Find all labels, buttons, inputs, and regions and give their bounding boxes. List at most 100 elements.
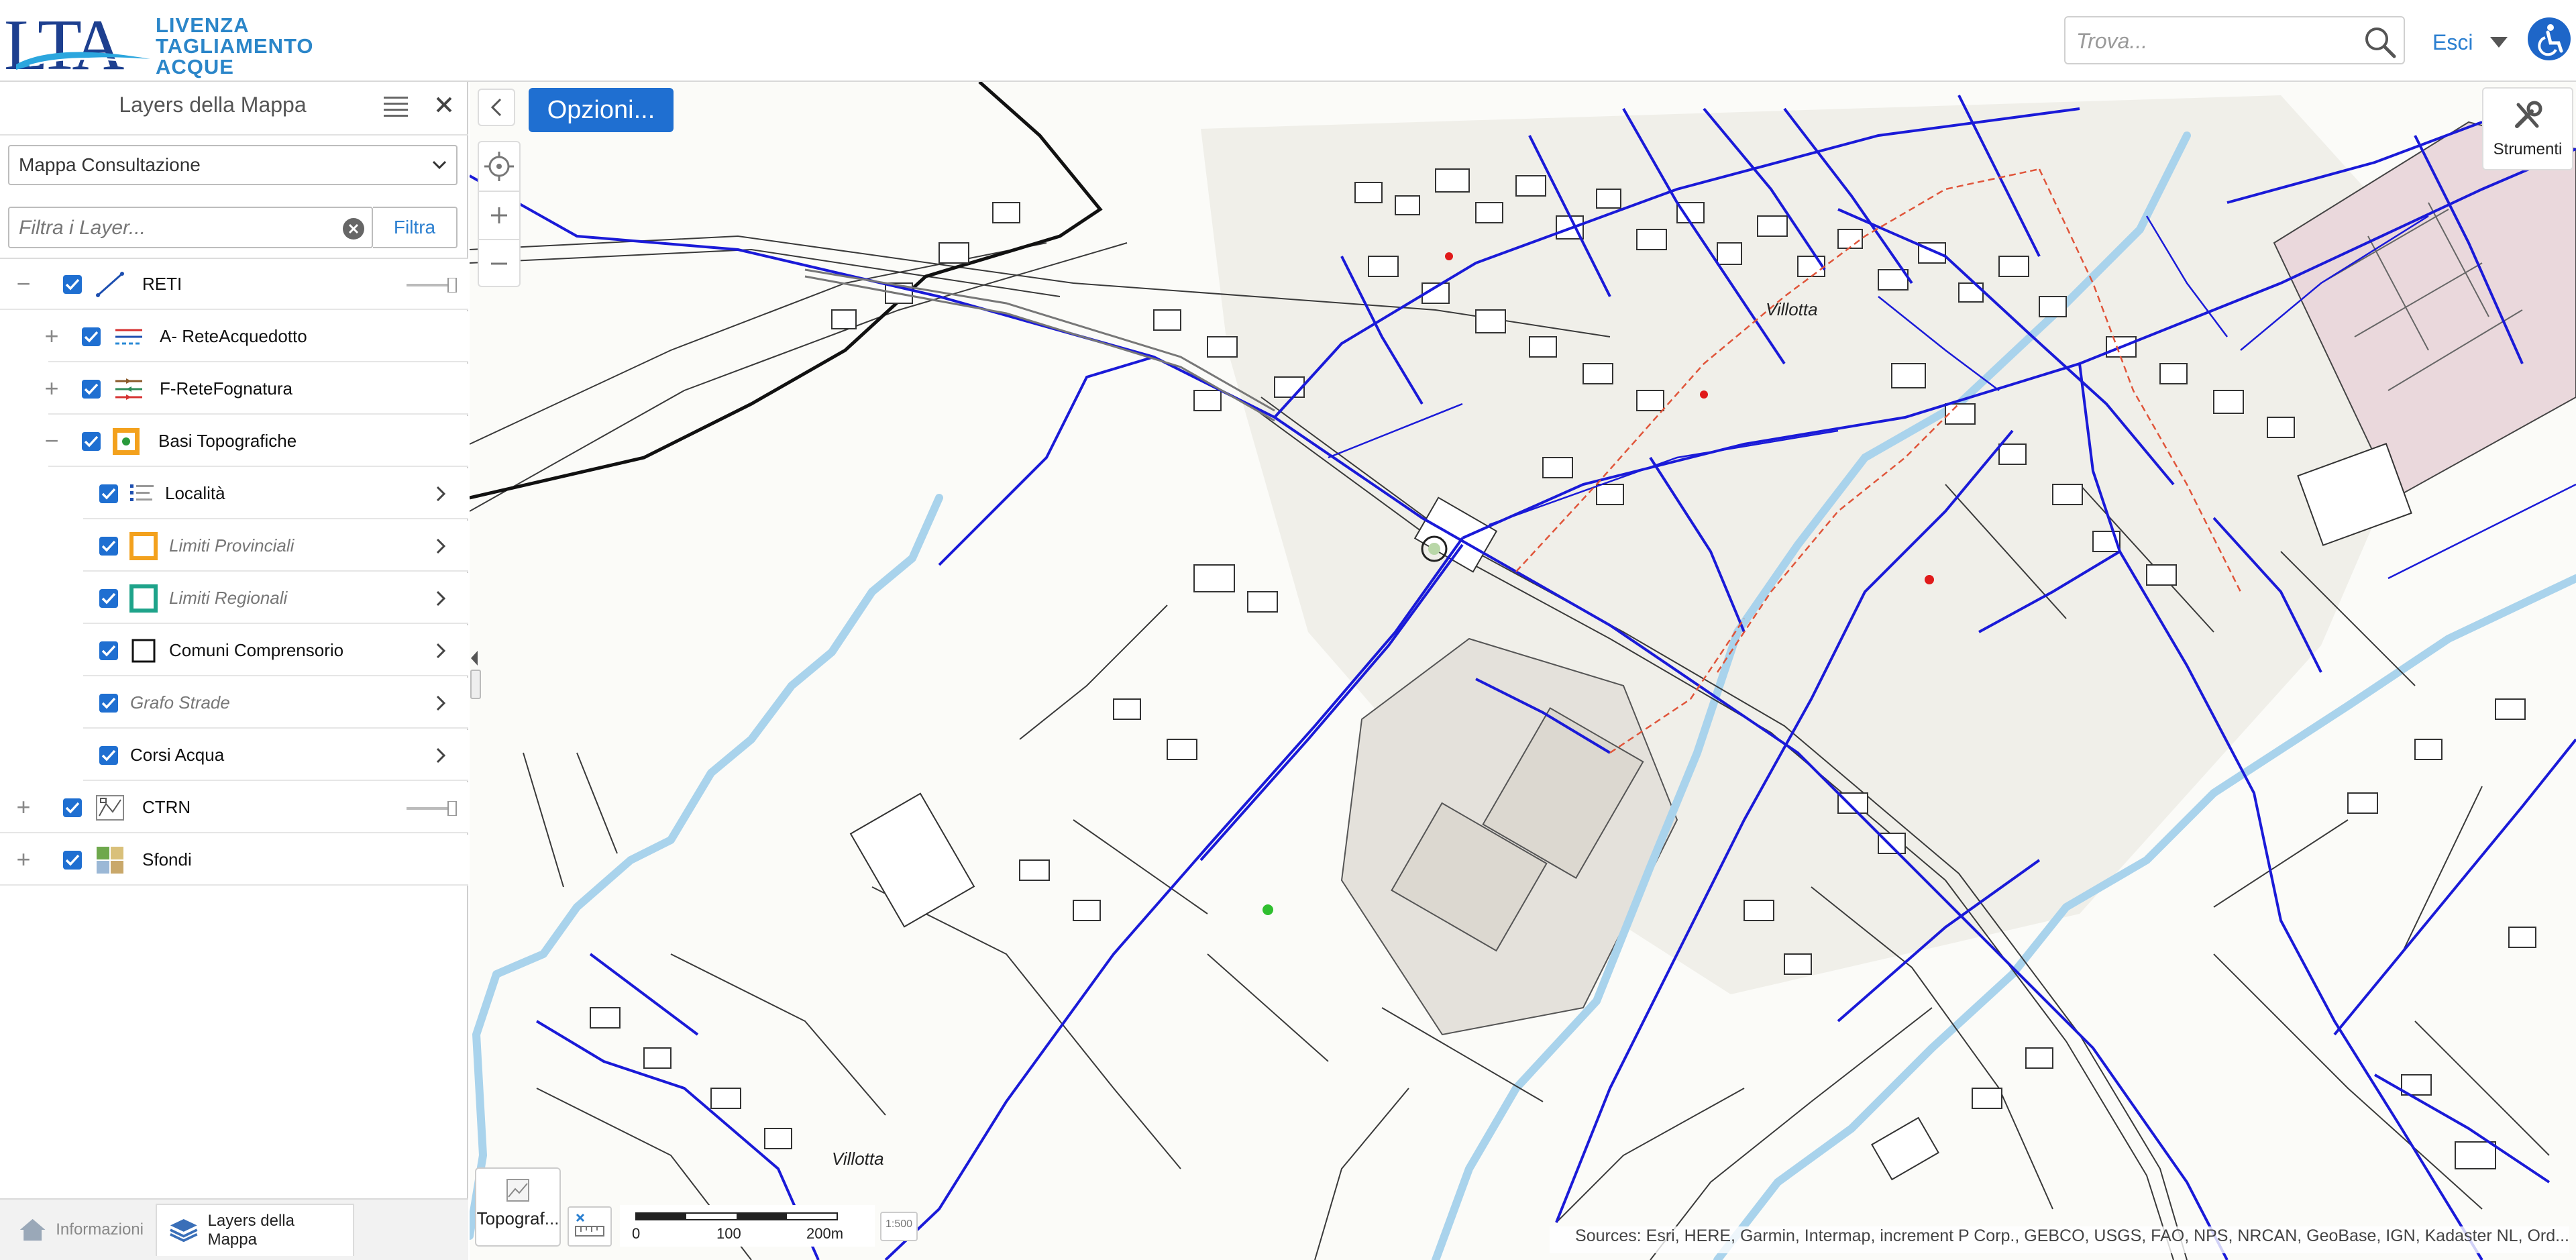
collapse-icon[interactable]: − <box>42 429 62 453</box>
orange-square-icon <box>129 532 158 560</box>
chevron-right-icon[interactable] <box>435 589 448 608</box>
map-navigation <box>478 141 521 287</box>
app-header: LTA LIVENZA TAGLIAMENTO ACQUE Esci <box>0 0 2576 82</box>
layer-row-corsi-acqua[interactable]: Corsi Acqua <box>83 730 468 781</box>
panel-tabs: Informazioni Layers della Mappa <box>0 1198 468 1260</box>
expand-icon[interactable]: + <box>13 795 34 819</box>
zoom-out-button[interactable] <box>479 239 519 286</box>
search-icon[interactable] <box>2362 24 2398 60</box>
map-select[interactable]: Mappa Consultazione <box>8 145 458 185</box>
layer-label: Sfondi <box>142 849 192 870</box>
layer-row-acquedotto[interactable]: + A- ReteAcquedotto <box>44 311 468 362</box>
checkbox-localita[interactable] <box>99 484 118 503</box>
map-canvas[interactable]: Villotta <box>470 82 2576 1260</box>
layer-row-comuni-comprensorio[interactable]: Comuni Comprensorio <box>83 625 468 676</box>
checkbox-limiti-provinciali[interactable] <box>99 537 118 556</box>
layer-label: CTRN <box>142 797 191 817</box>
minus-icon <box>491 262 507 265</box>
logo-swoosh-icon <box>16 52 150 70</box>
water-network-icon <box>115 329 142 345</box>
left-edge-arrow-icon[interactable] <box>470 648 479 668</box>
filter-button[interactable]: Filtra <box>373 207 458 248</box>
black-square-icon <box>131 639 156 663</box>
chevron-right-icon[interactable] <box>435 694 448 713</box>
layer-label: Limiti Regionali <box>169 588 288 608</box>
sewer-network-icon <box>115 378 142 400</box>
layer-label: F-ReteFognatura <box>160 378 292 399</box>
basemap-label: Topograf... <box>476 1208 559 1228</box>
search-input[interactable] <box>2075 24 2357 58</box>
layer-label: Località <box>165 483 225 503</box>
basemap-thumbnail-icon <box>506 1179 529 1202</box>
layers-panel: Layers della Mappa Mappa Consultazione F… <box>0 82 468 1260</box>
zoom-in-button[interactable] <box>479 191 519 238</box>
caret-down-icon <box>2490 37 2508 48</box>
checkbox-fognatura[interactable] <box>82 380 101 399</box>
layer-row-reti[interactable]: − RETI <box>0 259 468 310</box>
basemaps-icon <box>97 847 123 874</box>
options-button[interactable]: Opzioni... <box>529 88 674 132</box>
place-label-villotta-small: Villotta <box>832 1149 884 1169</box>
chevron-left-icon <box>490 98 502 117</box>
checkbox-acquedotto[interactable] <box>82 327 101 346</box>
checkbox-comuni-comprensorio[interactable] <box>99 641 118 660</box>
clear-icon[interactable] <box>342 217 365 240</box>
layer-label: RETI <box>142 274 182 294</box>
checkbox-corsi-acqua[interactable] <box>99 746 118 765</box>
layer-row-basi-topografiche[interactable]: − Basi Topografiche <box>44 416 468 467</box>
layer-row-ctrn[interactable]: + CTRN <box>0 782 468 833</box>
scale-ratio-button[interactable]: 1:500 <box>880 1212 918 1241</box>
list-menu-icon[interactable] <box>384 94 411 118</box>
collapse-panel-button[interactable] <box>478 89 515 126</box>
lta-logo[interactable]: LTA LIVENZA TAGLIAMENTO ACQUE <box>4 9 313 82</box>
layer-row-limiti-provinciali[interactable]: Limiti Provinciali <box>83 521 468 572</box>
scale-bar: 0 100 200m <box>620 1205 875 1247</box>
expand-icon[interactable]: + <box>13 847 34 872</box>
map-attribution: Sources: Esri, HERE, Garmin, Intermap, i… <box>1550 1226 2569 1253</box>
opacity-slider[interactable] <box>407 278 458 293</box>
checkbox-basi-topografiche[interactable] <box>82 432 101 451</box>
layers-stack-icon <box>170 1218 198 1243</box>
expand-icon[interactable]: + <box>42 376 62 401</box>
checkbox-sfondi[interactable] <box>63 851 82 870</box>
tools-button[interactable]: Strumenti <box>2482 87 2573 170</box>
divider <box>0 134 468 136</box>
checkbox-reti[interactable] <box>63 275 82 294</box>
checkbox-grafo-strade[interactable] <box>99 694 118 713</box>
layer-label: A- ReteAcquedotto <box>160 326 307 346</box>
exit-menu-button[interactable]: Esci <box>2432 27 2508 58</box>
layer-row-grafo-strade[interactable]: Grafo Strade <box>83 678 468 729</box>
opacity-slider[interactable] <box>407 801 458 816</box>
layer-label: Grafo Strade <box>130 692 230 713</box>
measure-button[interactable] <box>568 1206 612 1247</box>
checkbox-limiti-regionali[interactable] <box>99 589 118 608</box>
layer-row-limiti-regionali[interactable]: Limiti Regionali <box>83 573 468 624</box>
expand-icon[interactable]: + <box>42 324 62 348</box>
collapse-icon[interactable]: − <box>13 272 34 296</box>
tab-layers[interactable]: Layers della Mappa <box>156 1204 354 1256</box>
tab-label: Layers della Mappa <box>207 1212 294 1249</box>
accessibility-icon[interactable] <box>2528 17 2571 60</box>
place-label-villotta: Villotta <box>1766 299 1818 319</box>
scale-ratio: 1:500 <box>885 1218 913 1230</box>
locate-button[interactable] <box>479 142 519 189</box>
map-select-value: Mappa Consultazione <box>19 154 201 175</box>
panel-resize-handle[interactable] <box>470 670 481 699</box>
layer-row-sfondi[interactable]: + Sfondi <box>0 835 468 886</box>
chevron-right-icon[interactable] <box>435 537 448 556</box>
chevron-right-icon[interactable] <box>435 746 448 765</box>
chevron-right-icon[interactable] <box>435 641 448 660</box>
chevron-right-icon[interactable] <box>435 484 448 503</box>
filter-input[interactable] <box>17 213 333 243</box>
filter-box <box>8 207 373 248</box>
close-icon[interactable] <box>432 93 456 117</box>
topographic-base-icon <box>113 428 140 455</box>
map-graphics <box>470 82 2576 1260</box>
tab-informazioni[interactable]: Informazioni <box>7 1204 156 1256</box>
basemap-toggle-button[interactable]: Topograf... <box>475 1167 561 1247</box>
checkbox-ctrn[interactable] <box>63 798 82 817</box>
layer-row-localita[interactable]: Località <box>83 468 468 519</box>
layer-row-fognatura[interactable]: + F-ReteFognatura <box>44 364 468 415</box>
scale-tick-0: 0 <box>632 1225 641 1242</box>
tools-label: Strumenti <box>2493 140 2563 158</box>
